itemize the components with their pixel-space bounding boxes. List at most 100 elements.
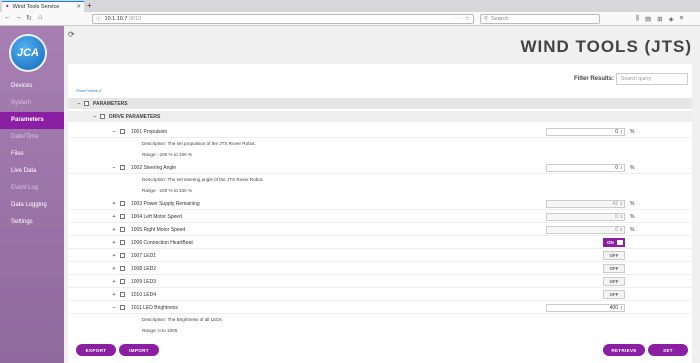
sidebar-item-date-time[interactable]: Date/Time bbox=[0, 129, 64, 146]
parameter-checkbox[interactable] bbox=[120, 305, 125, 310]
retrieve-button[interactable]: RETRIEVE bbox=[603, 344, 645, 356]
parameter-value: 0 bbox=[615, 128, 618, 135]
export-button[interactable]: EXPORT bbox=[76, 344, 116, 356]
collapse-icon[interactable]: − bbox=[76, 101, 82, 107]
parameter-label-group: +1008 LED2 bbox=[111, 266, 157, 272]
parameter-checkbox[interactable] bbox=[120, 227, 125, 232]
parameter-name: 1005 Right Motor Speed bbox=[131, 226, 186, 233]
reader-icon[interactable]: ▤ bbox=[645, 15, 651, 23]
expand-icon[interactable]: + bbox=[111, 279, 117, 285]
parameter-checkbox[interactable] bbox=[120, 240, 125, 245]
parameter-row: +1004 Left Motor Speed 0 ⇕% bbox=[68, 211, 692, 223]
parameter-checkbox[interactable] bbox=[120, 214, 125, 219]
parameter-label-group: +1006 Connection HeartBeat bbox=[111, 240, 193, 246]
parameters-card: Filter Results: Search query Show Views … bbox=[68, 64, 692, 363]
parameter-checkbox[interactable] bbox=[120, 292, 125, 297]
parameter-toggle-switch[interactable]: OFF bbox=[603, 264, 625, 273]
shield-icon[interactable]: ◈ bbox=[669, 15, 674, 23]
back-icon[interactable]: ← bbox=[4, 14, 11, 21]
parameter-number-input[interactable]: 0 ⇕ bbox=[546, 127, 625, 136]
parameter-label-group: +1007 LED1 bbox=[111, 253, 157, 259]
spinner-icon[interactable]: ⇕ bbox=[620, 165, 623, 170]
expand-icon[interactable]: + bbox=[111, 253, 117, 259]
parameter-row: +1005 Right Motor Speed 0 ⇕% bbox=[68, 224, 692, 236]
parameter-name: 1001 Propulsion bbox=[131, 128, 168, 135]
parameter-label-group: +1009 LED3 bbox=[111, 278, 157, 285]
parameter-row: − 1002 Steering Angle 0 ⇕% bbox=[68, 162, 692, 174]
page-actions-icon[interactable]: ··· bbox=[454, 16, 463, 22]
bookmark-star-icon[interactable]: ☆ bbox=[465, 16, 470, 22]
parameter-checkbox[interactable] bbox=[120, 129, 125, 134]
sidebar-item-live-data[interactable]: Live Data bbox=[0, 163, 64, 180]
import-button[interactable]: IMPORT bbox=[119, 344, 159, 356]
parameter-checkbox[interactable] bbox=[120, 279, 125, 284]
expand-icon[interactable]: + bbox=[111, 214, 117, 220]
spinner-icon[interactable]: ⇕ bbox=[620, 129, 623, 134]
jca-logo: JCA bbox=[9, 34, 47, 72]
parameter-checkbox[interactable] bbox=[120, 266, 125, 271]
parameter-number-input[interactable]: 0 ⇕ bbox=[546, 163, 625, 172]
parameter-row: +1006 Connection HeartBeat ON bbox=[68, 237, 692, 249]
filter-search-input[interactable]: Search query bbox=[616, 73, 688, 85]
subgroup-checkbox[interactable] bbox=[100, 114, 105, 119]
home-icon[interactable]: ⌂ bbox=[38, 14, 42, 21]
sidebar-item-settings[interactable]: Settings bbox=[0, 214, 64, 231]
parameter-toggle-switch[interactable]: OFF bbox=[603, 277, 625, 286]
browser-tab-bar: ✦ Wind Tools Service ✕ + bbox=[0, 0, 700, 12]
parameter-toggle-switch[interactable]: OFF bbox=[603, 290, 625, 299]
collapse-icon[interactable]: − bbox=[111, 305, 117, 311]
sidebar-item-system[interactable]: System bbox=[0, 95, 64, 112]
tab-title: Wind Tools Service bbox=[12, 4, 60, 10]
parameter-row: − 1011 LED Brightness 400 ⇕ bbox=[68, 302, 692, 314]
forward-icon[interactable]: → bbox=[15, 14, 22, 21]
parameter-value: 400 bbox=[609, 304, 618, 311]
group-row-drive-parameters[interactable]: − DRIVE PARAMETERS bbox=[68, 111, 692, 122]
spinner-icon: ⇕ bbox=[619, 227, 623, 232]
parameter-name: 1010 LED4 bbox=[131, 291, 157, 298]
spinner-icon[interactable]: ⇕ bbox=[620, 305, 623, 310]
parameter-checkbox[interactable] bbox=[120, 201, 125, 206]
sidebar-item-devices[interactable]: Devices bbox=[0, 78, 64, 95]
parameter-toggle-switch[interactable]: OFF bbox=[603, 251, 625, 260]
parameter-value: 0 bbox=[615, 226, 618, 233]
expand-icon[interactable]: + bbox=[111, 292, 117, 298]
expand-icon[interactable]: + bbox=[111, 201, 117, 207]
reload-icon[interactable]: ↻ bbox=[26, 14, 32, 22]
show-views-link[interactable]: Show Views ✔ bbox=[76, 88, 102, 93]
parameter-unit: % bbox=[630, 128, 635, 135]
refresh-icon[interactable]: ⟳ bbox=[68, 30, 75, 39]
sidebar-item-event-log[interactable]: Event Log bbox=[0, 180, 64, 197]
parameter-checkbox[interactable] bbox=[120, 165, 125, 170]
parameter-label-group: − 1001 Propulsion bbox=[111, 128, 168, 135]
extensions-icon[interactable]: ⊞ bbox=[657, 15, 662, 23]
parameter-row: +1008 LED2 OFF bbox=[68, 263, 692, 275]
sidebar-item-parameters[interactable]: Parameters bbox=[0, 112, 64, 129]
close-tab-icon[interactable]: ✕ bbox=[76, 4, 81, 10]
parameter-checkbox[interactable] bbox=[120, 253, 125, 258]
browser-search-bar[interactable]: ⚲ Search bbox=[480, 14, 600, 24]
group-row-parameters[interactable]: − PARAMETERS bbox=[68, 98, 692, 109]
sidebar-item-data-logging[interactable]: Data Logging bbox=[0, 197, 64, 214]
main-content: ⟳ WIND TOOLS (JTS) Filter Results: Searc… bbox=[64, 26, 700, 363]
parameter-number-input[interactable]: 400 ⇕ bbox=[546, 303, 625, 312]
library-icon[interactable]: ⫼ bbox=[636, 15, 639, 23]
sidebar-item-files[interactable]: Files bbox=[0, 146, 64, 163]
group-checkbox[interactable] bbox=[84, 101, 89, 106]
expand-icon[interactable]: + bbox=[111, 266, 117, 272]
menu-icon[interactable]: ≡ bbox=[680, 15, 684, 23]
parameter-name: 1004 Left Motor Speed bbox=[131, 213, 182, 220]
parameter-label-group: +1010 LED4 bbox=[111, 291, 157, 298]
set-button[interactable]: SET bbox=[648, 344, 688, 356]
parameter-name: 1009 LED3 bbox=[131, 278, 157, 285]
collapse-icon[interactable]: − bbox=[92, 114, 98, 120]
parameter-number-input: 0 ⇕ bbox=[546, 212, 625, 221]
expand-icon[interactable]: + bbox=[111, 227, 117, 233]
page-title: WIND TOOLS (JTS) bbox=[520, 37, 692, 56]
parameter-toggle-switch[interactable]: ON bbox=[603, 238, 625, 247]
collapse-icon[interactable]: − bbox=[111, 165, 117, 171]
expand-icon[interactable]: + bbox=[111, 240, 117, 246]
new-tab-button[interactable]: + bbox=[87, 1, 92, 10]
collapse-icon[interactable]: − bbox=[111, 129, 117, 135]
browser-tab[interactable]: ✦ Wind Tools Service ✕ bbox=[2, 1, 84, 12]
url-bar[interactable]: ⓘ 10.1.10.7:3010 ··· ☆ bbox=[92, 14, 474, 24]
